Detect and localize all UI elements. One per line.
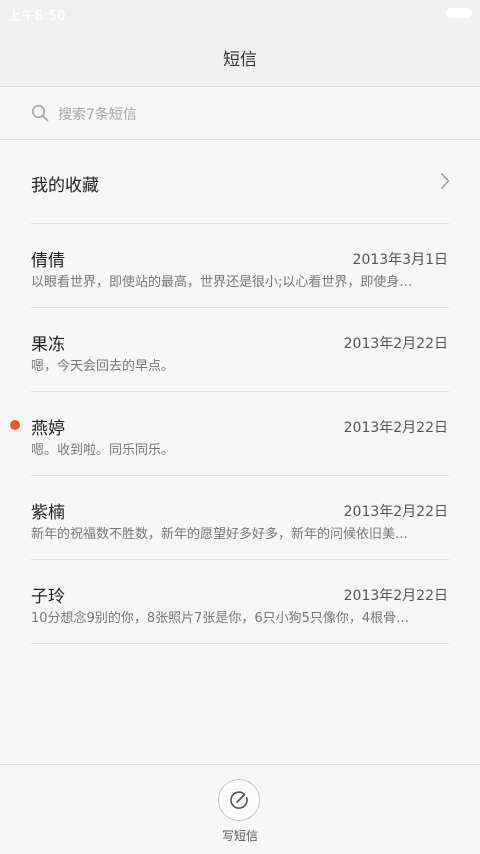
contact-name: 果冻: [31, 335, 65, 355]
bottom-bar: 写短信: [0, 764, 480, 854]
favorites-label: 我的收藏: [31, 176, 99, 196]
message-preview: 以眼看世界，即使站的最高，世界还是很小;以心看世界，即使身…: [31, 275, 413, 290]
compose-button[interactable]: [218, 779, 260, 821]
compose-label[interactable]: 写短信: [0, 827, 480, 844]
message-preview: 嗯。收到啦。同乐同乐。: [31, 443, 175, 458]
message-date: 2013年2月22日: [343, 588, 448, 604]
message-preview: 新年的祝福数不胜数，新年的愿望好多好多，新年的问候依旧美…: [31, 527, 409, 542]
header: 短信: [0, 26, 480, 87]
contact-name: 子玲: [31, 587, 65, 607]
conversation-item[interactable]: 子玲 2013年2月22日 10分想念9别的你，8张照片7张是你，6只小狗5只像…: [0, 560, 480, 644]
conversation-item[interactable]: 倩倩 2013年3月1日 以眼看世界，即使站的最高，世界还是很小;以心看世界，即…: [0, 224, 480, 308]
chevron-right-icon: [440, 172, 450, 190]
message-date: 2013年3月1日: [352, 252, 448, 268]
conversation-item[interactable]: 燕婷 2013年2月22日 嗯。收到啦。同乐同乐。: [0, 392, 480, 476]
conversation-list: 我的收藏 倩倩 2013年3月1日 以眼看世界，即使站的最高，世界还是很小;以心…: [0, 140, 480, 644]
contact-name: 倩倩: [31, 251, 65, 271]
status-time: 上午8:50: [8, 9, 67, 24]
search-placeholder: 搜索7条短信: [58, 107, 137, 123]
page-title: 短信: [223, 50, 257, 70]
search-icon: [31, 104, 49, 122]
search-input[interactable]: 搜索7条短信: [0, 87, 480, 140]
conversation-item[interactable]: 紫楠 2013年2月22日 新年的祝福数不胜数，新年的愿望好多好多，新年的问候依…: [0, 476, 480, 560]
message-date: 2013年2月22日: [343, 504, 448, 520]
contact-name: 燕婷: [31, 419, 65, 439]
status-bar: 上午8:50: [0, 0, 480, 26]
compose-icon: [230, 791, 248, 809]
battery-icon: [446, 8, 472, 18]
conversation-item[interactable]: 果冻 2013年2月22日 嗯，今天会回去的早点。: [0, 308, 480, 392]
message-date: 2013年2月22日: [343, 336, 448, 352]
contact-name: 紫楠: [31, 503, 65, 523]
unread-dot-icon: [10, 420, 20, 430]
divider: [31, 643, 449, 644]
message-preview: 10分想念9别的你，8张照片7张是你，6只小狗5只像你，4根骨…: [31, 611, 410, 626]
message-date: 2013年2月22日: [343, 420, 448, 436]
message-preview: 嗯，今天会回去的早点。: [31, 359, 175, 374]
favorites-row[interactable]: 我的收藏: [0, 140, 480, 224]
